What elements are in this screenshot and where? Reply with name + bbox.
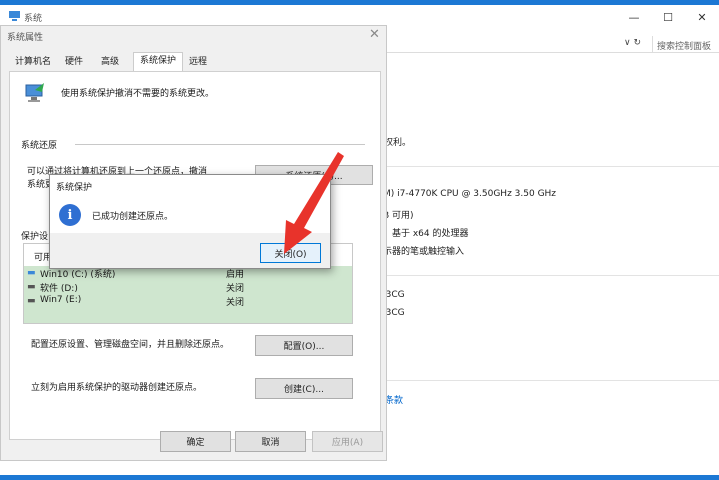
restore-section-label: 系统还原 — [21, 141, 58, 151]
divider — [384, 275, 719, 276]
memory-value: B 可用) — [383, 211, 414, 221]
system-window-title: 系统 — [24, 14, 43, 24]
drive-row[interactable]: ▬ 软件 (D:) 关闭 — [24, 280, 352, 294]
pen-touch-value: 示器的笔或触控输入 — [383, 247, 465, 257]
cancel-button[interactable]: 取消 — [235, 431, 306, 452]
address-refresh-controls[interactable]: ∨ ↻ — [624, 38, 641, 48]
message-text: 已成功创建还原点。 — [92, 212, 174, 222]
tab-advanced[interactable]: 高级 — [95, 54, 125, 71]
drive-icon: ▬ — [27, 296, 36, 306]
drive-status: 关闭 — [226, 298, 245, 308]
divider — [384, 166, 719, 167]
message-box-title: 系统保护 — [56, 183, 93, 193]
drive-name: Win7 (E:) — [40, 295, 82, 305]
drive-icon: ▬ — [27, 268, 36, 278]
divider — [384, 380, 719, 381]
dialog-title: 系统属性 — [7, 33, 44, 43]
minimize-button[interactable]: — — [617, 5, 651, 29]
create-button[interactable]: 创建(C)... — [255, 378, 353, 399]
configure-description: 配置还原设置、管理磁盘空间，并且删除还原点。 — [31, 340, 230, 350]
close-icon[interactable]: ✕ — [369, 27, 380, 42]
tab-hardware[interactable]: 硬件 — [59, 54, 89, 71]
drive-row[interactable]: ▬ Win7 (E:) 关闭 — [24, 294, 352, 323]
tab-system-protection[interactable]: 系统保护 — [133, 52, 184, 73]
drive-name: 软件 (D:) — [40, 284, 78, 294]
close-button[interactable]: ✕ — [685, 5, 719, 29]
apply-button[interactable]: 应用(A) — [312, 431, 383, 452]
annotation-arrow-icon — [284, 152, 344, 254]
tab-computer-name[interactable]: 计算机名 — [9, 54, 57, 71]
processor-value: M) i7-4770K CPU @ 3.50GHz 3.50 GHz — [383, 189, 557, 199]
system-type-value: ，基于 x64 的处理器 — [383, 229, 469, 239]
search-control-panel-input[interactable]: 搜索控制面板 — [652, 36, 719, 52]
tab-remote[interactable]: 远程 — [183, 54, 213, 71]
window-controls: — ☐ ✕ — [617, 5, 719, 29]
computer-icon — [9, 11, 20, 21]
system-protection-icon — [25, 83, 44, 102]
copyright-text: 权利。 — [384, 138, 412, 148]
ok-button[interactable]: 确定 — [160, 431, 231, 452]
intro-text: 使用系统保护撤消不需要的系统更改。 — [61, 89, 215, 99]
section-divider — [75, 144, 365, 145]
info-icon: i — [59, 204, 81, 226]
license-terms-link[interactable]: 条款 — [385, 393, 403, 406]
drive-icon: ▬ — [27, 282, 36, 292]
create-description: 立刻为启用系统保护的驱动器创建还原点。 — [31, 383, 203, 393]
protection-settings-label: 保护设 — [21, 232, 49, 242]
maximize-button[interactable]: ☐ — [651, 5, 685, 29]
configure-button[interactable]: 配置(O)... — [255, 335, 353, 356]
drive-status: 关闭 — [226, 284, 245, 294]
